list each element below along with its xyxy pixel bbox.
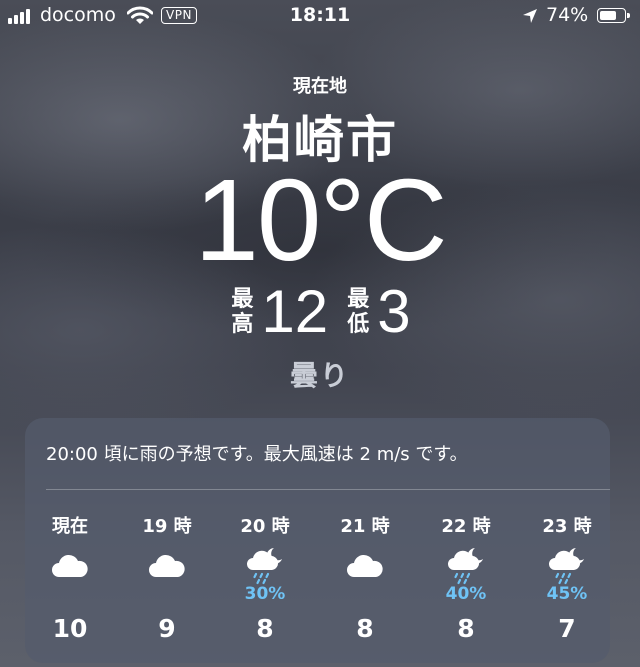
hour-temp: 8 (256, 614, 274, 643)
hour-temp: 10 (52, 614, 88, 643)
hourly-forecast-card[interactable]: 20:00 頃に雨の予想です。最大風速は 2 m/s です。 現在 10 19 … (25, 418, 610, 663)
hour-label: 19 時 (142, 516, 192, 537)
cloud-icon (147, 546, 187, 586)
precip-chance: 30% (244, 584, 286, 604)
hour-temp: 9 (158, 614, 176, 643)
current-temperature: 10°C (194, 155, 447, 285)
hour-label: 20 時 (240, 516, 290, 537)
hour-item: 19 時 9 (122, 510, 212, 650)
weather-condition: 曇り (289, 359, 350, 392)
low-temp: 3 (377, 278, 411, 345)
divider (46, 489, 610, 490)
high-temp: 12 (261, 278, 329, 345)
night-rain-icon (245, 546, 285, 586)
hour-item: 22 時 40% 8 (421, 510, 511, 650)
high-label: 最高 (231, 287, 254, 337)
hour-temp: 8 (356, 614, 374, 643)
battery-fill (600, 11, 616, 20)
forecast-summary: 20:00 頃に雨の予想です。最大風速は 2 m/s です。 (46, 444, 468, 465)
hour-temp: 8 (457, 614, 475, 643)
hour-temp: 7 (558, 614, 576, 643)
night-rain-icon (547, 546, 587, 586)
status-time: 18:11 (289, 4, 351, 26)
hour-item: 21 時 8 (320, 510, 410, 650)
low-label: 最低 (347, 287, 370, 337)
hour-label: 22 時 (441, 516, 491, 537)
night-rain-icon (446, 546, 486, 586)
hour-item: 20 時 30% 8 (220, 510, 310, 650)
high-low: 最高 12 最低3 (0, 282, 640, 342)
high-temp-group: 最高 12 (229, 282, 328, 342)
hourly-list[interactable]: 現在 10 19 時 9 20 時 30% 8 21 時 8 22 時 40% (25, 510, 610, 650)
status-bar: docomo VPN 18:11 74% (0, 0, 640, 34)
precip-chance: 40% (445, 584, 487, 604)
hour-label: 21 時 (340, 516, 390, 537)
location-arrow-icon (523, 9, 537, 23)
hour-label: 23 時 (542, 516, 592, 537)
hour-label: 現在 (52, 516, 88, 537)
location-label: 現在地 (293, 76, 347, 97)
battery-icon (597, 8, 630, 23)
precip-chance: 45% (546, 584, 588, 604)
cloud-icon (50, 546, 90, 586)
battery-percent: 74% (546, 4, 589, 26)
hour-item: 現在 10 (25, 510, 115, 650)
hour-item: 23 時 45% 7 (522, 510, 610, 650)
cloud-icon (345, 546, 385, 586)
low-temp-group: 最低3 (345, 282, 410, 342)
